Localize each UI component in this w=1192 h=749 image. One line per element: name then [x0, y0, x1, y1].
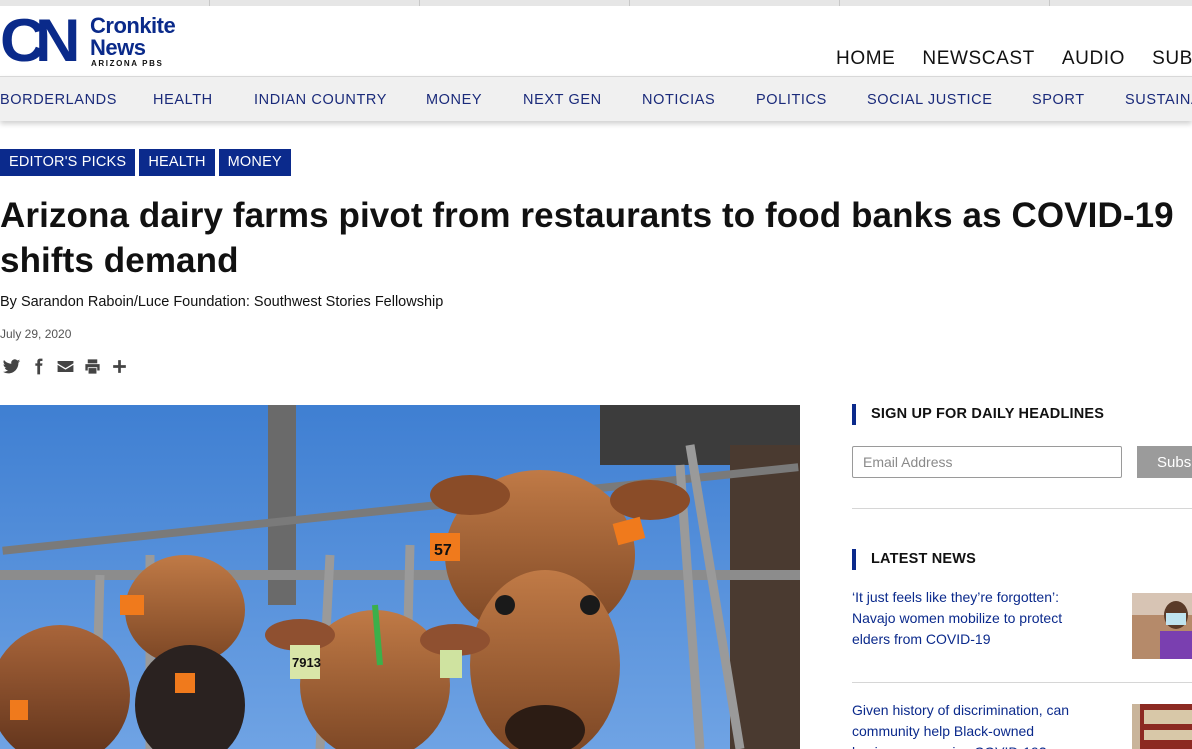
tag-money[interactable]: MONEY: [218, 149, 291, 176]
logo-word-cronkite: Cronkite: [90, 13, 176, 38]
email-icon[interactable]: [56, 357, 75, 376]
hero-image: 57 7913: [0, 405, 800, 749]
section-nav: BORDERLANDS HEALTH INDIAN COUNTRY MONEY …: [0, 76, 1192, 121]
svg-text:7913: 7913: [292, 655, 321, 670]
logo-subline: ARIZONA PBS: [91, 59, 164, 68]
site-header: CN Cronkite News ARIZONA PBS HOME NEWSCA…: [0, 6, 1192, 76]
section-sport[interactable]: SPORT: [1032, 92, 1085, 108]
subscribe-button[interactable]: Subs: [1137, 446, 1192, 478]
section-indian-country[interactable]: INDIAN COUNTRY: [254, 92, 387, 108]
section-health[interactable]: HEALTH: [153, 92, 213, 108]
tag-editors-picks[interactable]: EDITOR'S PICKS: [0, 149, 136, 176]
news-thumbnail[interactable]: [1132, 704, 1192, 749]
section-money[interactable]: MONEY: [426, 92, 482, 108]
email-field[interactable]: [852, 446, 1122, 478]
twitter-icon[interactable]: [2, 357, 21, 376]
nav-home[interactable]: HOME: [836, 48, 895, 70]
nav-newscast[interactable]: NEWSCAST: [922, 48, 1034, 70]
article-tags: EDITOR'S PICKS HEALTH MONEY: [0, 149, 291, 176]
section-sustainability[interactable]: SUSTAINA: [1125, 92, 1192, 108]
tag-health[interactable]: HEALTH: [139, 149, 215, 176]
sidebar-divider: [852, 508, 1192, 509]
cronkite-news-logo[interactable]: CN Cronkite News ARIZONA PBS: [0, 7, 190, 74]
print-icon[interactable]: [83, 357, 102, 376]
logo-word-news: News: [90, 35, 146, 60]
section-borderlands[interactable]: BORDERLANDS: [0, 92, 117, 108]
facebook-icon[interactable]: [29, 357, 48, 376]
dairy-cows-photo: 57 7913: [0, 405, 800, 749]
latest-news-heading: LATEST NEWS: [852, 549, 976, 570]
news-thumbnail[interactable]: [1132, 593, 1192, 659]
nav-audio[interactable]: AUDIO: [1062, 48, 1125, 70]
svg-text:57: 57: [434, 542, 452, 559]
latest-news-link[interactable]: ‘It just feels like they’re forgotten’: …: [852, 587, 1092, 650]
section-noticias[interactable]: NOTICIAS: [642, 92, 715, 108]
section-social-justice[interactable]: SOCIAL JUSTICE: [867, 92, 993, 108]
section-next-gen[interactable]: NEXT GEN: [523, 92, 602, 108]
section-politics[interactable]: POLITICS: [756, 92, 827, 108]
main-nav: HOME NEWSCAST AUDIO SUBSC: [836, 48, 1192, 70]
sidebar-divider: [852, 682, 1192, 683]
article-date: July 29, 2020: [0, 327, 72, 341]
logo-monogram: CN: [0, 7, 80, 74]
article-headline: Arizona dairy farms pivot from restauran…: [0, 196, 1174, 280]
latest-news-link[interactable]: Given history of discrimination, can com…: [852, 700, 1092, 749]
share-bar: [2, 357, 129, 376]
nav-subscribe[interactable]: SUBSC: [1152, 48, 1192, 70]
signup-heading: SIGN UP FOR DAILY HEADLINES: [852, 404, 1104, 425]
article-byline: By Sarandon Raboin/Luce Foundation: Sout…: [0, 294, 444, 310]
plus-icon[interactable]: [110, 357, 129, 376]
